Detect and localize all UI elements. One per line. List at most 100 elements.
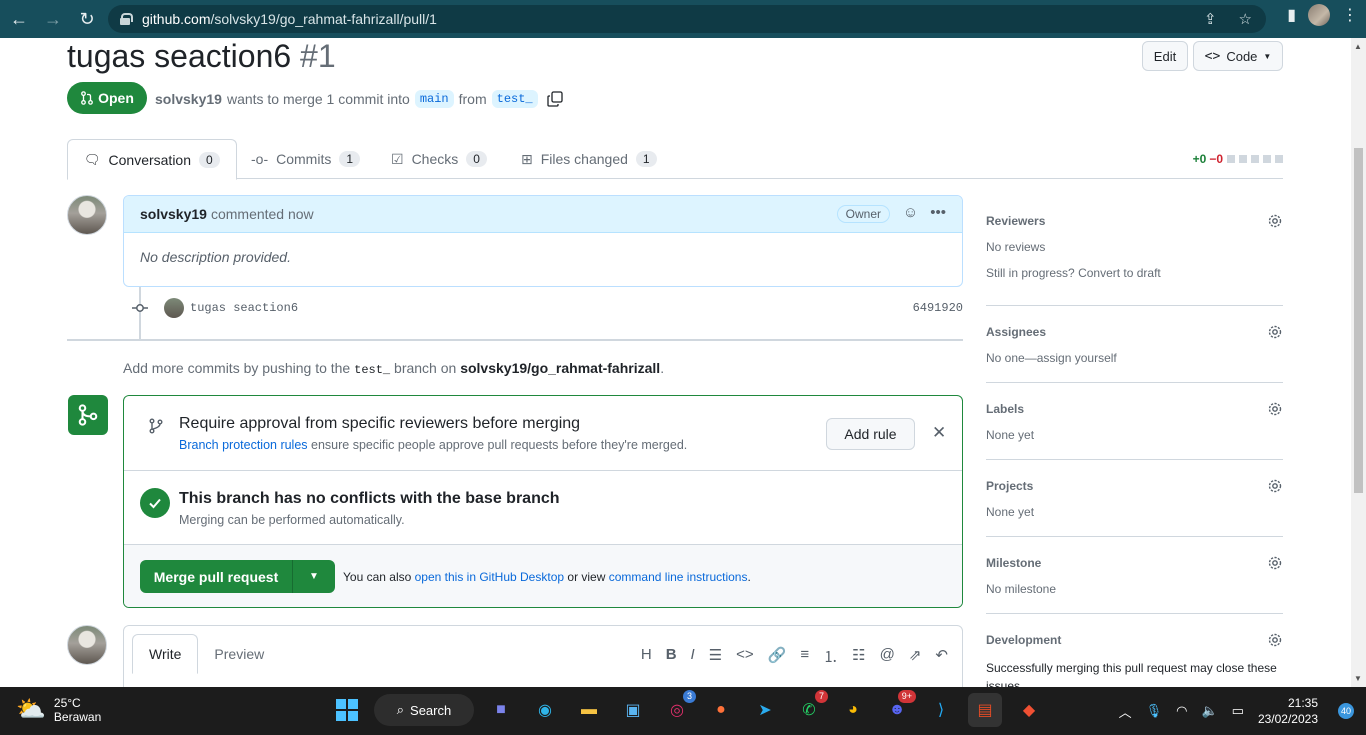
branch-protection-link[interactable]: Branch protection rules xyxy=(179,438,308,452)
copy-icon[interactable] xyxy=(546,91,563,107)
git-branch-icon xyxy=(149,418,163,434)
whatsapp-icon[interactable]: ✆ 7 xyxy=(792,690,828,727)
convert-to-draft-link[interactable]: Convert to draft xyxy=(1078,266,1161,280)
write-tab[interactable]: Write xyxy=(132,634,199,674)
system-tray: ︿ 🎙 ◠ 🔈 ▭ 21:35 23/02/2023 xyxy=(1119,687,1318,735)
active-app-icon[interactable]: ▤ xyxy=(968,693,1002,727)
comment-author[interactable]: solvsky19 xyxy=(140,206,207,222)
wifi-icon[interactable]: ◠ xyxy=(1176,703,1187,719)
add-rule-button[interactable]: Add rule xyxy=(826,418,915,450)
clock[interactable]: 21:35 23/02/2023 xyxy=(1258,695,1318,727)
close-icon[interactable]: ✕ xyxy=(932,423,946,443)
battery-icon[interactable]: ▭ xyxy=(1232,703,1244,719)
instagram-icon[interactable]: ◎ 3 xyxy=(660,690,696,727)
menu-dots-icon[interactable]: ⋮ xyxy=(1342,5,1358,25)
reviewers-gear-icon[interactable] xyxy=(1267,213,1283,229)
split-view-icon[interactable]: ▮ xyxy=(1287,5,1296,25)
notification-count-badge[interactable]: 40 xyxy=(1338,703,1354,719)
heading-icon[interactable]: H xyxy=(641,646,652,667)
pr-number: #1 xyxy=(300,38,336,74)
pr-author-link[interactable]: solvsky19 xyxy=(155,91,222,107)
development-gear-icon[interactable] xyxy=(1267,632,1283,648)
markdown-toolbar: H B I ☰ <> 🔗 ≡ ⒈ ☷ @ ⇗ ↶ xyxy=(641,646,948,667)
commit-message[interactable]: tugas seaction6 xyxy=(190,301,298,315)
smiley-icon[interactable]: ☺ xyxy=(903,204,918,221)
reply-icon[interactable]: ↶ xyxy=(935,646,948,667)
bookmark-star-icon[interactable]: ☆ xyxy=(1239,10,1252,28)
comment-author-avatar[interactable] xyxy=(67,195,107,235)
speaker-icon[interactable]: 🔈 xyxy=(1201,703,1217,719)
pr-state-badge: Open xyxy=(67,82,147,114)
commit-author-avatar[interactable] xyxy=(164,298,184,318)
scroll-up-icon[interactable]: ▲ xyxy=(1354,42,1362,51)
branch-protection-section: Require approval from specific reviewers… xyxy=(124,396,962,471)
git-merge-icon xyxy=(68,395,108,435)
projects-section: Projects None yet xyxy=(986,460,1283,537)
github-desktop-link[interactable]: open this in GitHub Desktop xyxy=(415,570,564,584)
chrome-icon[interactable]: ◕ xyxy=(836,693,870,727)
profile-avatar[interactable] xyxy=(1308,4,1330,26)
bold-icon[interactable]: B xyxy=(666,646,677,667)
comment-time: commented now xyxy=(210,206,314,222)
milestone-gear-icon[interactable] xyxy=(1267,555,1283,571)
share-icon[interactable]: ⇪ xyxy=(1204,10,1217,28)
assign-yourself-link[interactable]: assign yourself xyxy=(1037,351,1117,365)
link-icon[interactable]: 🔗 xyxy=(768,646,787,667)
page-scrollbar[interactable]: ▲ ▼ xyxy=(1351,38,1366,687)
current-user-avatar[interactable] xyxy=(67,625,107,665)
scroll-down-icon[interactable]: ▼ xyxy=(1354,674,1362,683)
merge-options-caret-icon[interactable]: ▼ xyxy=(293,560,335,593)
windows-start-icon[interactable] xyxy=(330,693,364,727)
taskbar-search[interactable]: ⌕ Search xyxy=(374,694,474,726)
tab-conversation[interactable]: 🗨 Conversation 0 xyxy=(67,139,237,180)
tab-checks[interactable]: ☑ Checks 0 xyxy=(391,139,487,179)
projects-gear-icon[interactable] xyxy=(1267,478,1283,494)
preview-tab[interactable]: Preview xyxy=(198,634,280,674)
command-line-link[interactable]: command line instructions xyxy=(609,570,748,584)
assignees-gear-icon[interactable] xyxy=(1267,324,1283,340)
italic-icon[interactable]: I xyxy=(691,646,695,667)
head-branch[interactable]: test_ xyxy=(491,90,538,108)
cross-reference-icon[interactable]: ⇗ xyxy=(909,646,922,667)
tab-commits[interactable]: -o- Commits 1 xyxy=(251,139,361,179)
conflict-subtitle: Merging can be performed automatically. xyxy=(179,513,405,527)
tab-files-changed[interactable]: ⊞ Files changed 1 xyxy=(521,139,657,179)
mention-icon[interactable]: @ xyxy=(880,646,895,667)
telegram-icon[interactable]: ➤ xyxy=(748,693,782,727)
back-arrow-icon[interactable]: ← xyxy=(4,4,34,34)
whatsapp-badge: 7 xyxy=(814,690,828,703)
merge-pull-request-button[interactable]: Merge pull request ▼ xyxy=(140,560,335,593)
pr-tabs: 🗨 Conversation 0 -o- Commits 1 ☑ Checks 0 ⊞… xyxy=(67,139,1283,180)
file-explorer-icon[interactable]: ▬ xyxy=(572,693,606,727)
vscode-icon[interactable]: ⟩ xyxy=(924,693,958,727)
task-list-icon[interactable]: ☷ xyxy=(852,646,865,667)
labels-gear-icon[interactable] xyxy=(1267,401,1283,417)
teams-meet-icon[interactable]: ■ xyxy=(484,693,518,727)
git-app-icon[interactable]: ◆ xyxy=(1012,693,1046,727)
pr-meta: solvsky19 wants to merge 1 commit into m… xyxy=(155,90,563,108)
code-button[interactable]: <> Code ▼ xyxy=(1193,41,1283,71)
rule-subtitle: Branch protection rules ensure specific … xyxy=(179,438,688,452)
code-icon[interactable]: <> xyxy=(736,646,754,667)
edit-button[interactable]: Edit xyxy=(1142,41,1188,71)
quote-icon[interactable]: ☰ xyxy=(709,646,722,667)
tray-chevron-up-icon[interactable]: ︿ xyxy=(1119,702,1132,721)
kebab-menu-icon[interactable]: ••• xyxy=(930,204,946,221)
commit-sha[interactable]: 6491920 xyxy=(913,301,963,315)
microphone-icon[interactable]: 🎙 xyxy=(1146,703,1163,719)
address-bar[interactable]: github.com/solvsky19/go_rahmat-fahrizall… xyxy=(108,5,1266,33)
bulleted-list-icon[interactable]: ≡ xyxy=(800,646,809,667)
firefox-icon[interactable]: ● xyxy=(704,693,738,727)
microsoft-store-icon[interactable]: ▣ xyxy=(616,693,650,727)
forward-arrow-icon[interactable]: → xyxy=(38,4,68,34)
url-path: /solvsky19/go_rahmat-fahrizall/pull/1 xyxy=(210,11,437,27)
milestone-section: Milestone No milestone xyxy=(986,537,1283,614)
pr-sidebar: Reviewers No reviews Still in progress? … xyxy=(986,195,1283,687)
base-branch[interactable]: main xyxy=(414,90,454,108)
edge-browser-icon[interactable]: ◉ xyxy=(528,693,562,727)
scroll-thumb[interactable] xyxy=(1354,148,1363,493)
reload-icon[interactable]: ↻ xyxy=(72,4,102,34)
discord-icon[interactable]: ☻ 9+ xyxy=(880,690,916,727)
numbered-list-icon[interactable]: ⒈ xyxy=(823,646,838,667)
weather-widget[interactable]: ⛅ 25°C Berawan xyxy=(16,695,101,724)
